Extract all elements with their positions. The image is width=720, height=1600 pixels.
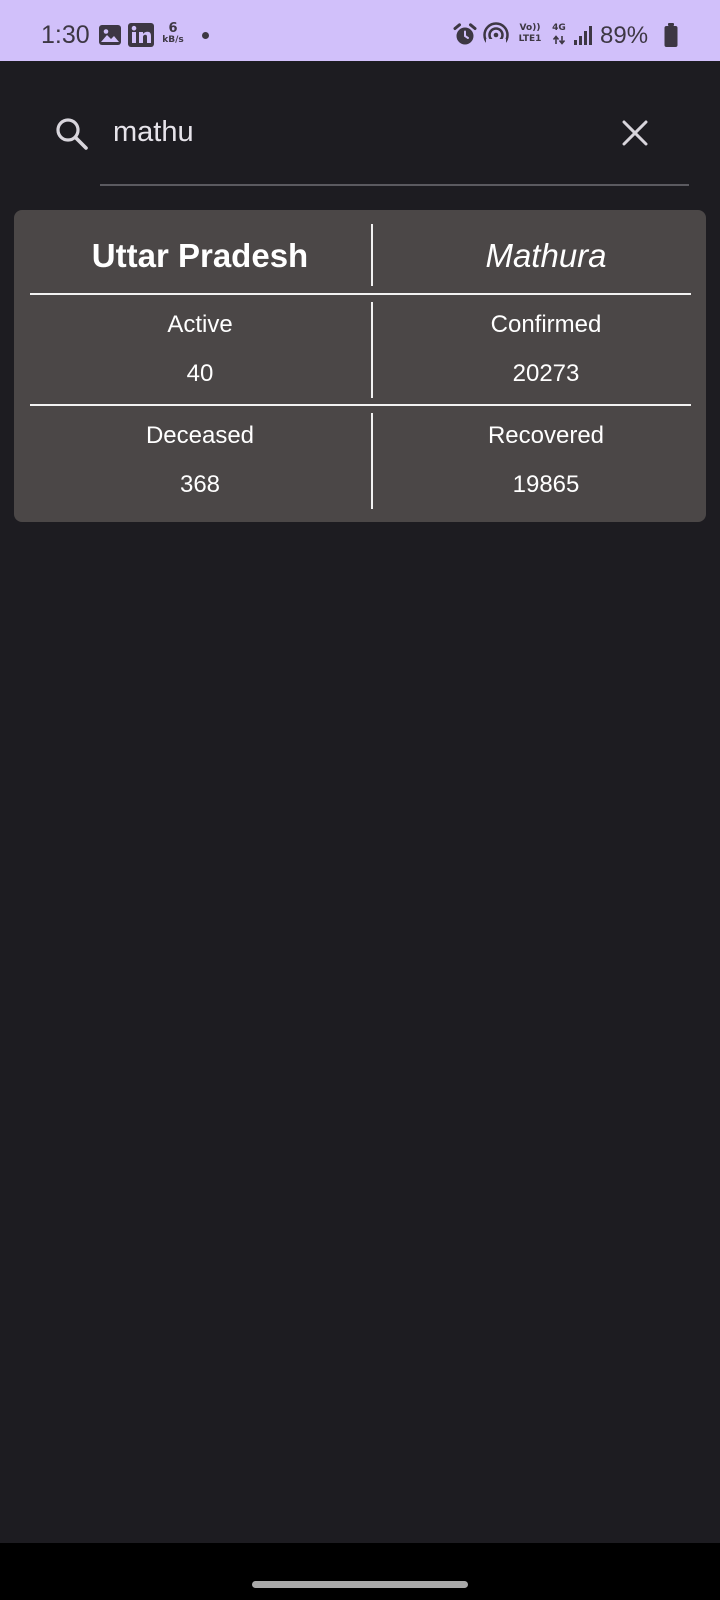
- notification-dot: [202, 32, 209, 39]
- home-gesture-handle[interactable]: [252, 1581, 468, 1588]
- gallery-icon: [99, 25, 121, 45]
- header-divider-vertical: [371, 224, 373, 286]
- confirmed-value: 20273: [512, 360, 580, 387]
- volte-label: Vo)): [519, 23, 541, 33]
- search-input[interactable]: [113, 110, 593, 154]
- row-divider-horizontal: [30, 404, 691, 406]
- close-icon[interactable]: [620, 118, 650, 148]
- network-type-label: 4G: [552, 23, 566, 33]
- data-arrows-icon: [552, 35, 566, 45]
- status-bar: 1:30 6 kB/s Vo)) LTE1 4G 89%: [0, 0, 720, 61]
- navigation-bar: [0, 1543, 720, 1600]
- row1-divider-vertical: [371, 302, 373, 398]
- volte-indicator: Vo)) LTE1: [516, 23, 544, 45]
- network-speed-unit: kB/s: [162, 35, 184, 45]
- result-card[interactable]: Uttar Pradesh Mathura Active 40 Confirme…: [14, 210, 706, 522]
- deceased-value: 368: [179, 471, 221, 498]
- battery-icon: [664, 23, 678, 47]
- status-time: 1:30: [41, 21, 90, 49]
- search-underline: [100, 184, 689, 186]
- confirmed-label: Confirmed: [490, 311, 602, 338]
- network-speed-value: 6: [168, 21, 178, 36]
- lte-label: LTE1: [518, 34, 542, 44]
- active-label: Active: [167, 311, 233, 338]
- battery-percent: 89%: [600, 22, 649, 49]
- signal-icon: [574, 26, 592, 45]
- recovered-value: 19865: [512, 471, 580, 498]
- linkedin-icon: [128, 23, 154, 47]
- search-icon[interactable]: [55, 117, 89, 151]
- alarm-icon: [453, 23, 477, 45]
- network-speed: 6 kB/s: [160, 22, 186, 46]
- recovered-label: Recovered: [487, 422, 605, 449]
- district-name: Mathura: [485, 237, 607, 274]
- deceased-label: Deceased: [145, 422, 255, 449]
- active-value: 40: [186, 360, 214, 387]
- hotspot-icon: [483, 22, 509, 48]
- row2-divider-vertical: [371, 413, 373, 509]
- network-type: 4G: [549, 23, 569, 45]
- state-name: Uttar Pradesh: [91, 237, 309, 274]
- header-divider-horizontal: [30, 293, 691, 295]
